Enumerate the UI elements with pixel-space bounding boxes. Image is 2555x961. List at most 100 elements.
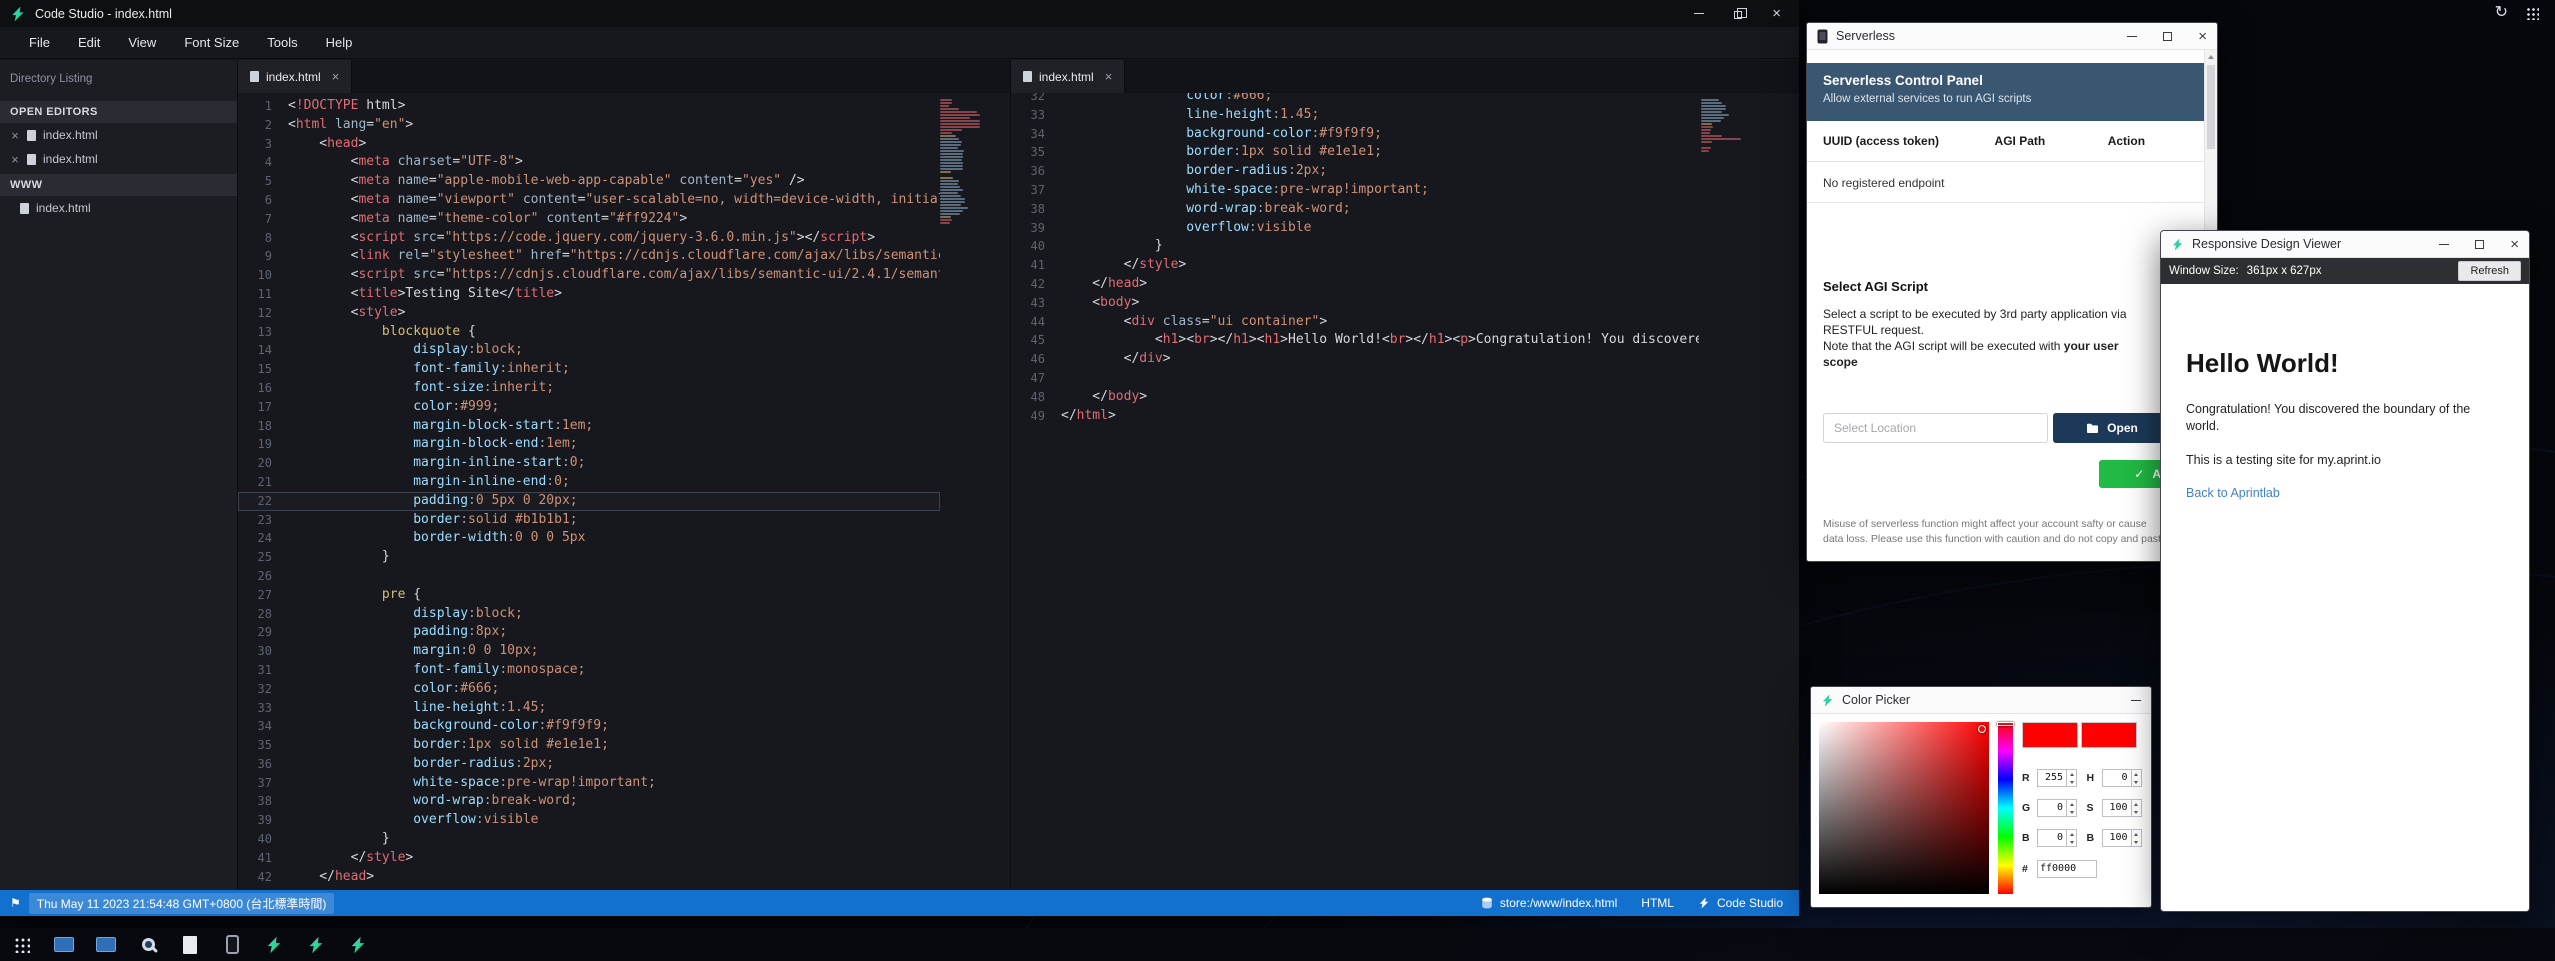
code-line: 40 } [238, 830, 940, 849]
line-number: 41 [1011, 256, 1061, 275]
scrollbar-thumb[interactable] [2207, 65, 2215, 149]
open-button[interactable]: Open [2053, 413, 2171, 443]
statusbar-file-path[interactable]: store:/www/index.html [1481, 896, 1617, 910]
statusbar-language[interactable]: HTML [1641, 896, 1674, 910]
menu-help[interactable]: Help [313, 31, 366, 54]
close-file-icon[interactable]: × [10, 152, 20, 167]
document-icon[interactable] [178, 933, 202, 957]
code-line: 42 </head> [1011, 275, 1699, 294]
minimap-line [940, 180, 959, 182]
stepper[interactable] [2131, 800, 2141, 816]
color-field-value: 255 [2038, 770, 2066, 786]
minimize-icon[interactable] [1694, 13, 1704, 14]
step-up-icon[interactable] [2132, 770, 2141, 778]
hue-slider-handle[interactable] [1997, 722, 2014, 726]
statusbar-app-name[interactable]: Code Studio [1698, 896, 1783, 910]
sidebar-section-www[interactable]: WWW [0, 174, 237, 196]
code-text: <head> [288, 135, 366, 154]
step-up-icon[interactable] [2067, 830, 2076, 838]
stepper[interactable] [2066, 830, 2076, 846]
stepper[interactable] [2066, 800, 2076, 816]
close-file-icon[interactable]: × [10, 128, 20, 143]
stepper[interactable] [2131, 830, 2141, 846]
maximize-icon[interactable] [2163, 32, 2172, 41]
search-icon[interactable] [136, 933, 160, 957]
refresh-button[interactable]: Refresh [2458, 261, 2521, 281]
serverless-titlebar[interactable]: Serverless × [1807, 23, 2217, 50]
responsive-viewer-titlebar[interactable]: Responsive Design Viewer × [2161, 231, 2529, 258]
window-icon[interactable] [52, 933, 76, 957]
step-down-icon[interactable] [2067, 778, 2076, 786]
maximize-icon[interactable] [2475, 240, 2484, 249]
stepper[interactable] [2131, 770, 2141, 786]
step-down-icon[interactable] [2067, 808, 2076, 816]
status-bar: ⚑ Thu May 11 2023 21:54:48 GMT+0800 (台北標… [0, 890, 1799, 916]
code-studio-icon[interactable] [346, 933, 370, 957]
minimap[interactable] [1701, 99, 1743, 153]
color-cursor[interactable] [1978, 725, 1986, 733]
step-down-icon[interactable] [2067, 838, 2076, 846]
color-field-input[interactable]: 100 [2102, 799, 2142, 817]
color-field-input[interactable]: 100 [2102, 829, 2142, 847]
color-field-input[interactable]: 255 [2037, 769, 2077, 787]
step-down-icon[interactable] [2132, 808, 2141, 816]
restore-icon[interactable] [1734, 11, 1742, 19]
code-studio-titlebar[interactable]: Code Studio - index.html × [0, 0, 1799, 27]
close-tab-icon[interactable]: × [332, 69, 340, 84]
hue-slider[interactable] [1998, 722, 2013, 894]
line-number: 20 [238, 454, 288, 473]
color-field-s: S100 [2087, 799, 2144, 817]
sidebar-file-item[interactable]: ×index.html [0, 147, 237, 171]
line-number: 37 [238, 774, 288, 793]
select-location-input[interactable] [1823, 413, 2048, 443]
color-field-input[interactable]: 0 [2037, 829, 2077, 847]
sidebar-section-open-editors[interactable]: OPEN EDITORS [0, 101, 237, 123]
window-icon[interactable] [94, 933, 118, 957]
menu-edit[interactable]: Edit [65, 31, 113, 54]
code-editor[interactable]: 32 color:#666;33 line-height:1.45;34 bac… [1011, 93, 1799, 890]
step-down-icon[interactable] [2132, 778, 2141, 786]
minimap[interactable] [940, 99, 984, 225]
hex-input[interactable]: ff0000 [2038, 861, 2096, 877]
close-icon[interactable]: × [2510, 237, 2519, 252]
color-picker-titlebar[interactable]: Color Picker [1811, 687, 2151, 714]
reload-icon[interactable]: ↻ [2495, 5, 2508, 21]
step-up-icon[interactable] [2067, 800, 2076, 808]
tab-index-html[interactable]: index.html× [238, 60, 352, 93]
back-to-aprintlab-link[interactable]: Back to Aprintlab [2186, 486, 2509, 500]
saturation-value-picker[interactable] [1819, 722, 1989, 894]
scroll-up-icon[interactable] [2205, 50, 2217, 63]
code-line: 39 overflow:visible [1011, 219, 1699, 238]
minimize-icon[interactable] [2439, 244, 2449, 245]
color-field-h: H0 [2087, 769, 2144, 787]
menu-file[interactable]: File [16, 31, 63, 54]
color-field-input[interactable]: 0 [2102, 769, 2142, 787]
minimap-line [940, 111, 977, 113]
tab-index-html[interactable]: index.html× [1011, 60, 1125, 93]
line-number: 33 [1011, 106, 1061, 125]
minimize-icon[interactable] [2127, 36, 2137, 37]
sidebar-file-item[interactable]: ×index.html [0, 123, 237, 147]
minimap-line [940, 204, 961, 206]
minimize-icon[interactable] [2131, 700, 2141, 701]
code-editor[interactable]: 1<!DOCTYPE html>2<html lang="en">3 <head… [238, 93, 1010, 890]
apps-grid-icon[interactable] [2526, 7, 2539, 20]
step-down-icon[interactable] [2132, 838, 2141, 846]
step-up-icon[interactable] [2132, 800, 2141, 808]
step-up-icon[interactable] [2132, 830, 2141, 838]
app-launcher-icon[interactable] [10, 933, 34, 957]
close-tab-icon[interactable]: × [1105, 69, 1113, 84]
color-field-input[interactable]: 0 [2037, 799, 2077, 817]
close-icon[interactable]: × [1772, 6, 1781, 21]
code-studio-icon[interactable] [304, 933, 328, 957]
close-icon[interactable]: × [2198, 29, 2207, 44]
code-studio-icon[interactable] [262, 933, 286, 957]
line-number: 46 [1011, 350, 1061, 369]
phone-icon[interactable] [220, 933, 244, 957]
menu-view[interactable]: View [115, 31, 169, 54]
step-up-icon[interactable] [2067, 770, 2076, 778]
stepper[interactable] [2066, 770, 2076, 786]
sidebar-file-item[interactable]: index.html [0, 196, 237, 220]
menu-tools[interactable]: Tools [254, 31, 310, 54]
menu-font-size[interactable]: Font Size [171, 31, 252, 54]
